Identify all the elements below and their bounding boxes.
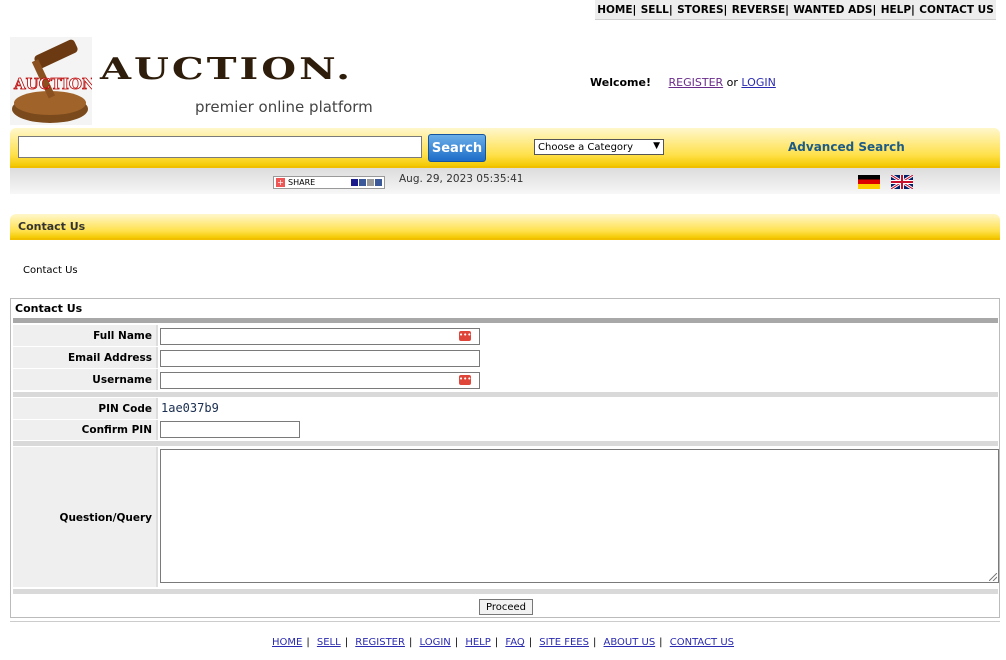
footer-site-fees[interactable]: SITE FEES bbox=[539, 637, 589, 648]
footer-login[interactable]: LOGIN bbox=[420, 637, 451, 648]
share-button[interactable]: + SHARE bbox=[273, 176, 385, 189]
confirm-pin-row: Confirm PIN bbox=[13, 420, 998, 440]
confirm-pin-label: Confirm PIN bbox=[81, 424, 152, 436]
email-row: Email Address bbox=[13, 347, 998, 368]
section-header: Contact Us bbox=[10, 214, 1000, 240]
info-bar: + SHARE Aug. 29, 2023 05:35:41 bbox=[10, 168, 1000, 194]
or-text: or bbox=[726, 76, 738, 89]
form-divider bbox=[13, 318, 998, 323]
form-title: Contact Us bbox=[15, 302, 83, 315]
auction-logo[interactable]: AUCTION bbox=[10, 37, 96, 125]
site-tagline: premier online platform bbox=[195, 98, 373, 116]
username-label: Username bbox=[92, 374, 152, 386]
form-divider bbox=[13, 441, 998, 446]
category-select[interactable]: Choose a Category ▼ bbox=[534, 139, 664, 155]
top-nav: HOME| SELL| STORES| REVERSE| WANTED ADS|… bbox=[595, 0, 996, 20]
logo-text: AUCTION bbox=[13, 75, 92, 93]
advanced-search-link[interactable]: Advanced Search bbox=[788, 140, 905, 154]
footer-home[interactable]: HOME bbox=[272, 637, 302, 648]
form-divider bbox=[13, 589, 998, 594]
username-input[interactable]: ••• bbox=[160, 372, 480, 389]
server-datetime: Aug. 29, 2023 05:35:41 bbox=[399, 173, 524, 185]
nav-help[interactable]: HELP| bbox=[881, 4, 915, 16]
search-input[interactable] bbox=[18, 136, 422, 158]
pin-code-row: PIN Code 1ae037b9 bbox=[13, 398, 998, 419]
site-brand: AUCTION. bbox=[100, 51, 354, 87]
resize-handle-icon[interactable] bbox=[989, 573, 997, 581]
nav-contact-us[interactable]: CONTACT US bbox=[919, 4, 994, 16]
query-label: Question/Query bbox=[59, 512, 152, 524]
footer-contact-us[interactable]: CONTACT US bbox=[670, 637, 734, 648]
nav-stores[interactable]: STORES| bbox=[677, 4, 727, 16]
plus-icon: + bbox=[276, 178, 285, 187]
query-textarea[interactable] bbox=[160, 449, 999, 583]
nav-reverse[interactable]: REVERSE| bbox=[732, 4, 789, 16]
query-row: Question/Query bbox=[13, 447, 999, 587]
search-button[interactable]: Search bbox=[428, 134, 486, 162]
username-row: Username ••• bbox=[13, 369, 998, 390]
register-link[interactable]: REGISTER bbox=[669, 76, 724, 89]
nav-wanted-ads[interactable]: WANTED ADS| bbox=[793, 4, 876, 16]
email-input[interactable] bbox=[160, 350, 480, 367]
pin-code-value: 1ae037b9 bbox=[161, 401, 219, 415]
form-divider bbox=[13, 392, 998, 397]
welcome-text: Welcome! bbox=[590, 76, 651, 89]
footer-divider bbox=[10, 621, 1000, 622]
autofill-icon[interactable]: ••• bbox=[459, 331, 471, 341]
footer-help[interactable]: HELP bbox=[465, 637, 490, 648]
section-title: Contact Us bbox=[18, 220, 86, 233]
autofill-icon[interactable]: ••• bbox=[459, 375, 471, 385]
welcome-area: Welcome! REGISTER or LOGIN bbox=[590, 76, 776, 89]
german-flag-icon[interactable] bbox=[858, 175, 880, 189]
breadcrumb: Contact Us bbox=[23, 265, 78, 276]
proceed-button[interactable]: Proceed bbox=[479, 599, 533, 615]
full-name-label: Full Name bbox=[93, 330, 152, 342]
pin-code-label: PIN Code bbox=[98, 403, 152, 415]
nav-home[interactable]: HOME| bbox=[597, 4, 636, 16]
share-sites-icons bbox=[351, 179, 382, 186]
confirm-pin-input[interactable] bbox=[160, 421, 300, 438]
login-link[interactable]: LOGIN bbox=[741, 76, 775, 89]
gavel-icon: AUCTION bbox=[10, 37, 96, 125]
chevron-down-icon: ▼ bbox=[653, 141, 660, 151]
footer-nav: HOME | SELL | REGISTER | LOGIN | HELP | FAQ | … bbox=[271, 637, 735, 648]
contact-form: Contact Us Full Name ••• Email Address U… bbox=[10, 298, 1000, 618]
footer-faq[interactable]: FAQ bbox=[505, 637, 524, 648]
search-bar: Search Choose a Category ▼ Advanced Sear… bbox=[10, 128, 1000, 168]
full-name-row: Full Name ••• bbox=[13, 325, 998, 346]
share-label: SHARE bbox=[288, 178, 316, 187]
footer-about-us[interactable]: ABOUT US bbox=[604, 637, 656, 648]
category-select-value: Choose a Category bbox=[538, 141, 634, 153]
uk-flag-icon[interactable] bbox=[891, 175, 913, 189]
footer-register[interactable]: REGISTER bbox=[355, 637, 405, 648]
email-label: Email Address bbox=[67, 352, 152, 364]
full-name-input[interactable]: ••• bbox=[160, 328, 480, 345]
footer-sell[interactable]: SELL bbox=[317, 637, 341, 648]
nav-sell[interactable]: SELL| bbox=[641, 4, 673, 16]
